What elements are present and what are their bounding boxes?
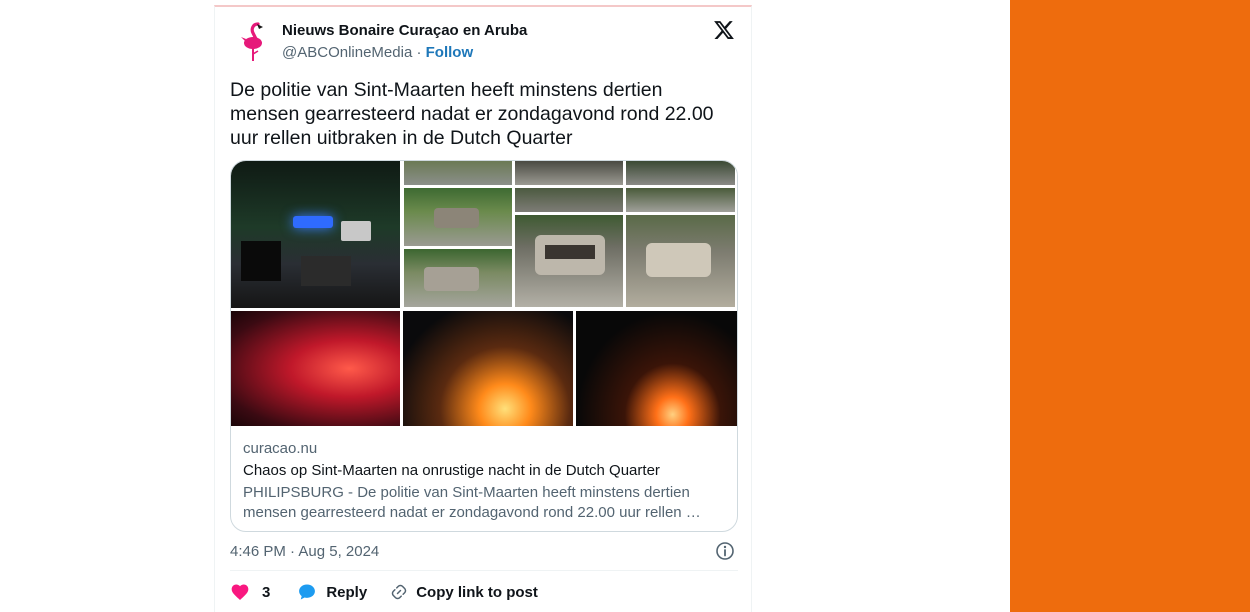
- speech-bubble-icon: [299, 584, 316, 600]
- collage-photo-burnt-car-2: [626, 161, 735, 185]
- collage-photo-burnt-car-5: [404, 249, 512, 307]
- copy-link-label: Copy link to post: [416, 583, 538, 601]
- card-title[interactable]: Chaos op Sint-Maarten na onrustige nacht…: [243, 462, 660, 479]
- handle-separator: ·: [412, 44, 426, 61]
- collage-photo-road-2: [515, 188, 623, 212]
- embedded-tweet: Nieuws Bonaire Curaçao en Aruba @ABCOnli…: [214, 5, 752, 612]
- link-preview-card[interactable]: curacao.nu Chaos op Sint-Maarten na onru…: [230, 160, 738, 532]
- heart-icon: [231, 584, 249, 600]
- divider: [230, 570, 738, 571]
- link-icon: [391, 584, 407, 600]
- flamingo-logo-avatar[interactable]: [239, 21, 269, 63]
- like-button[interactable]: 3: [230, 582, 270, 602]
- action-bar: 3 Reply Copy link to post: [230, 580, 538, 604]
- card-domain: curacao.nu: [243, 440, 318, 457]
- orange-side-panel: [1010, 0, 1250, 612]
- collage-photo-burnt-car-7: [626, 215, 735, 307]
- collage-photo-road: [404, 161, 512, 185]
- collage-photo-burnt-car-3: [404, 188, 512, 246]
- reply-label: Reply: [326, 583, 368, 601]
- tweet-timestamp[interactable]: 4:46 PM · Aug 5, 2024: [230, 543, 379, 560]
- follow-link[interactable]: Follow: [426, 44, 474, 61]
- collage-photo-burnt-car-1: [515, 161, 623, 185]
- reply-button[interactable]: Reply: [297, 582, 367, 602]
- info-icon[interactable]: [715, 541, 735, 561]
- preview-collage-image: [231, 161, 737, 426]
- collage-photo-police-night: [231, 161, 400, 308]
- card-description: PHILIPSBURG - De politie van Sint-Maarte…: [243, 484, 701, 521]
- copy-link-button[interactable]: Copy link to post: [390, 583, 538, 601]
- collage-photo-burnt-car-6: [515, 215, 623, 307]
- collage-photo-burnt-car-4: [626, 188, 735, 212]
- author-handle-line: @ABCOnlineMedia · Follow: [282, 44, 473, 61]
- author-handle[interactable]: @ABCOnlineMedia: [282, 44, 412, 61]
- like-count: 3: [262, 583, 271, 601]
- tweet-text: De politie van Sint-Maarten heeft minste…: [230, 79, 714, 149]
- author-name[interactable]: Nieuws Bonaire Curaçao en Aruba: [282, 22, 527, 39]
- collage-photo-fire-1: [231, 311, 400, 426]
- collage-photo-fire-2: [403, 311, 573, 426]
- collage-photo-fire-3: [576, 311, 737, 426]
- x-logo-icon[interactable]: [713, 19, 735, 41]
